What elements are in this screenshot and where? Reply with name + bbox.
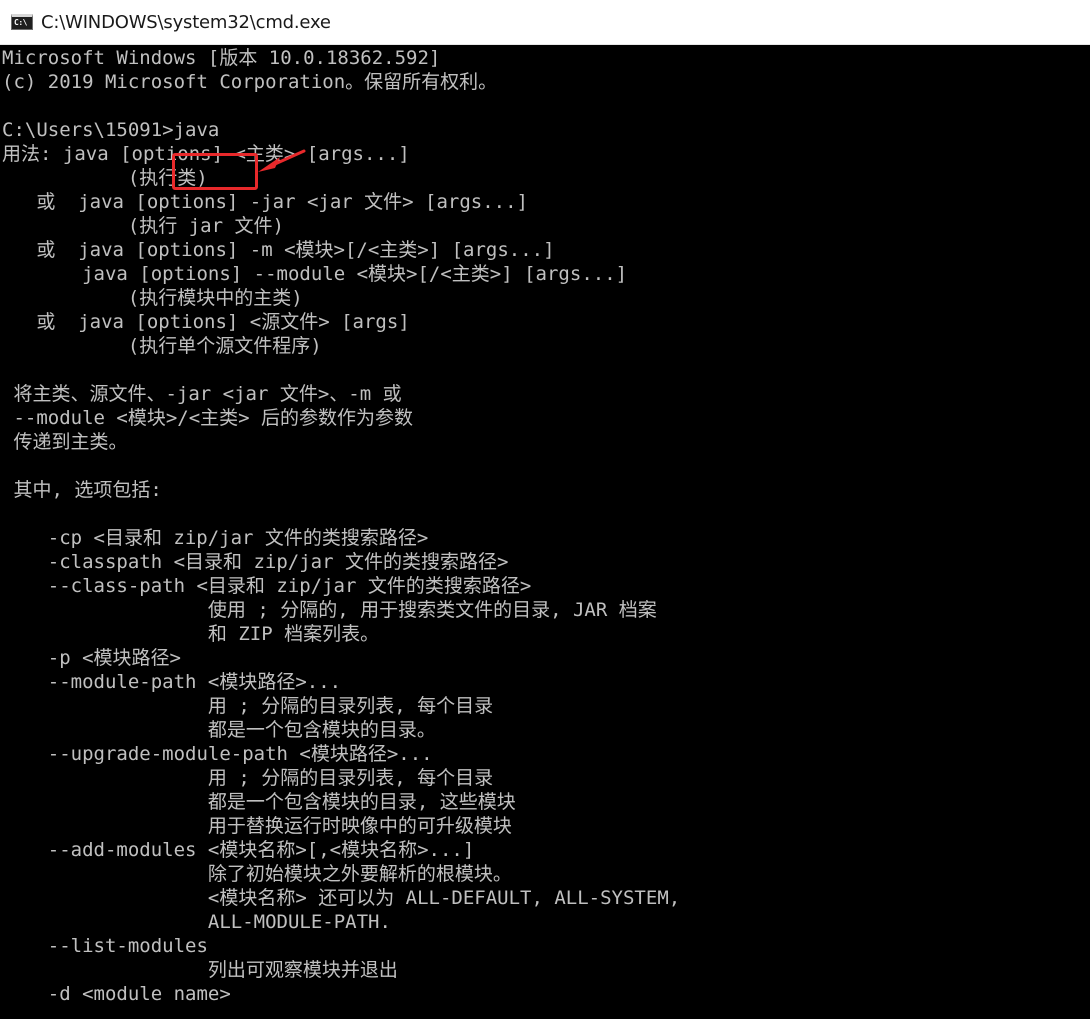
console-line: (执行类) bbox=[2, 167, 208, 189]
red-arrow-icon bbox=[258, 149, 306, 172]
console-line: --upgrade-module-path <模块路径>... bbox=[2, 743, 433, 765]
console-line: 和 ZIP 档案列表。 bbox=[2, 623, 380, 645]
console-line: (c) 2019 Microsoft Corporation。保留所有权利。 bbox=[2, 71, 498, 93]
console-line: (执行单个源文件程序) bbox=[2, 335, 322, 357]
console-line: 除了初始模块之外要解析的根模块。 bbox=[2, 863, 512, 885]
console-line: Microsoft Windows [版本 10.0.18362.592] bbox=[2, 47, 441, 69]
console-line: 都是一个包含模块的目录。 bbox=[2, 719, 436, 741]
console-line: 都是一个包含模块的目录, 这些模块 bbox=[2, 791, 516, 813]
console-line: --class-path <目录和 zip/jar 文件的类搜索路径> bbox=[2, 575, 532, 597]
console-line: 将主类、源文件、-jar <jar 文件>、-m 或 bbox=[2, 383, 402, 405]
cmd-icon-glyph: C:\ bbox=[14, 18, 27, 27]
console-line: -classpath <目录和 zip/jar 文件的类搜索路径> bbox=[2, 551, 509, 573]
console-line: --module <模块>/<主类> 后的参数作为参数 bbox=[2, 407, 414, 429]
console-line: 用 ; 分隔的目录列表, 每个目录 bbox=[2, 695, 494, 717]
console-line: 用 ; 分隔的目录列表, 每个目录 bbox=[2, 767, 494, 789]
title-bar[interactable]: C:\ C:\WINDOWS\system32\cmd.exe bbox=[0, 0, 1090, 45]
console-line: 用于替换运行时映像中的可升级模块 bbox=[2, 815, 512, 837]
console-line: 传递到主类。 bbox=[2, 431, 128, 453]
console-line: 或 java [options] <源文件> [args] bbox=[2, 311, 410, 333]
console-line: -cp <目录和 zip/jar 文件的类搜索路径> bbox=[2, 527, 429, 549]
console-line: 或 java [options] -jar <jar 文件> [args...] bbox=[2, 191, 528, 213]
console-line: --add-modules <模块名称>[,<模块名称>...] bbox=[2, 839, 475, 861]
console-line: 或 java [options] -m <模块>[/<主类>] [args...… bbox=[2, 239, 555, 261]
console-line: java [options] --module <模块>[/<主类>] [arg… bbox=[2, 263, 628, 285]
console-line: 其中, 选项包括: bbox=[2, 479, 162, 501]
console-output-area[interactable]: Microsoft Windows [版本 10.0.18362.592] (c)… bbox=[0, 45, 1090, 1019]
console-line: ALL-MODULE-PATH. bbox=[2, 911, 391, 933]
console-line: <模块名称> 还可以为 ALL-DEFAULT, ALL-SYSTEM, bbox=[2, 887, 681, 909]
window-title: C:\WINDOWS\system32\cmd.exe bbox=[41, 11, 331, 33]
console-lines: Microsoft Windows [版本 10.0.18362.592] (c)… bbox=[2, 46, 680, 1006]
cmd-window: C:\ C:\WINDOWS\system32\cmd.exe Microsof… bbox=[0, 0, 1090, 1019]
console-line: 使用 ; 分隔的, 用于搜索类文件的目录, JAR 档案 bbox=[2, 599, 657, 621]
console-line: (执行模块中的主类) bbox=[2, 287, 303, 309]
command-highlight-box bbox=[172, 153, 258, 190]
console-line: -p <模块路径> bbox=[2, 647, 181, 669]
console-line: 列出可观察模块并退出 bbox=[2, 959, 398, 981]
console-line: --list-modules bbox=[2, 935, 208, 957]
console-line: (执行 jar 文件) bbox=[2, 215, 284, 237]
console-line: -d <module name> bbox=[2, 983, 231, 1005]
console-line: C:\Users\15091>java bbox=[2, 119, 220, 141]
cmd-console-icon[interactable]: C:\ bbox=[11, 14, 33, 30]
console-line: 用法: java [options] <主类> [args...] bbox=[2, 143, 410, 165]
console-line: --module-path <模块路径>... bbox=[2, 671, 342, 693]
